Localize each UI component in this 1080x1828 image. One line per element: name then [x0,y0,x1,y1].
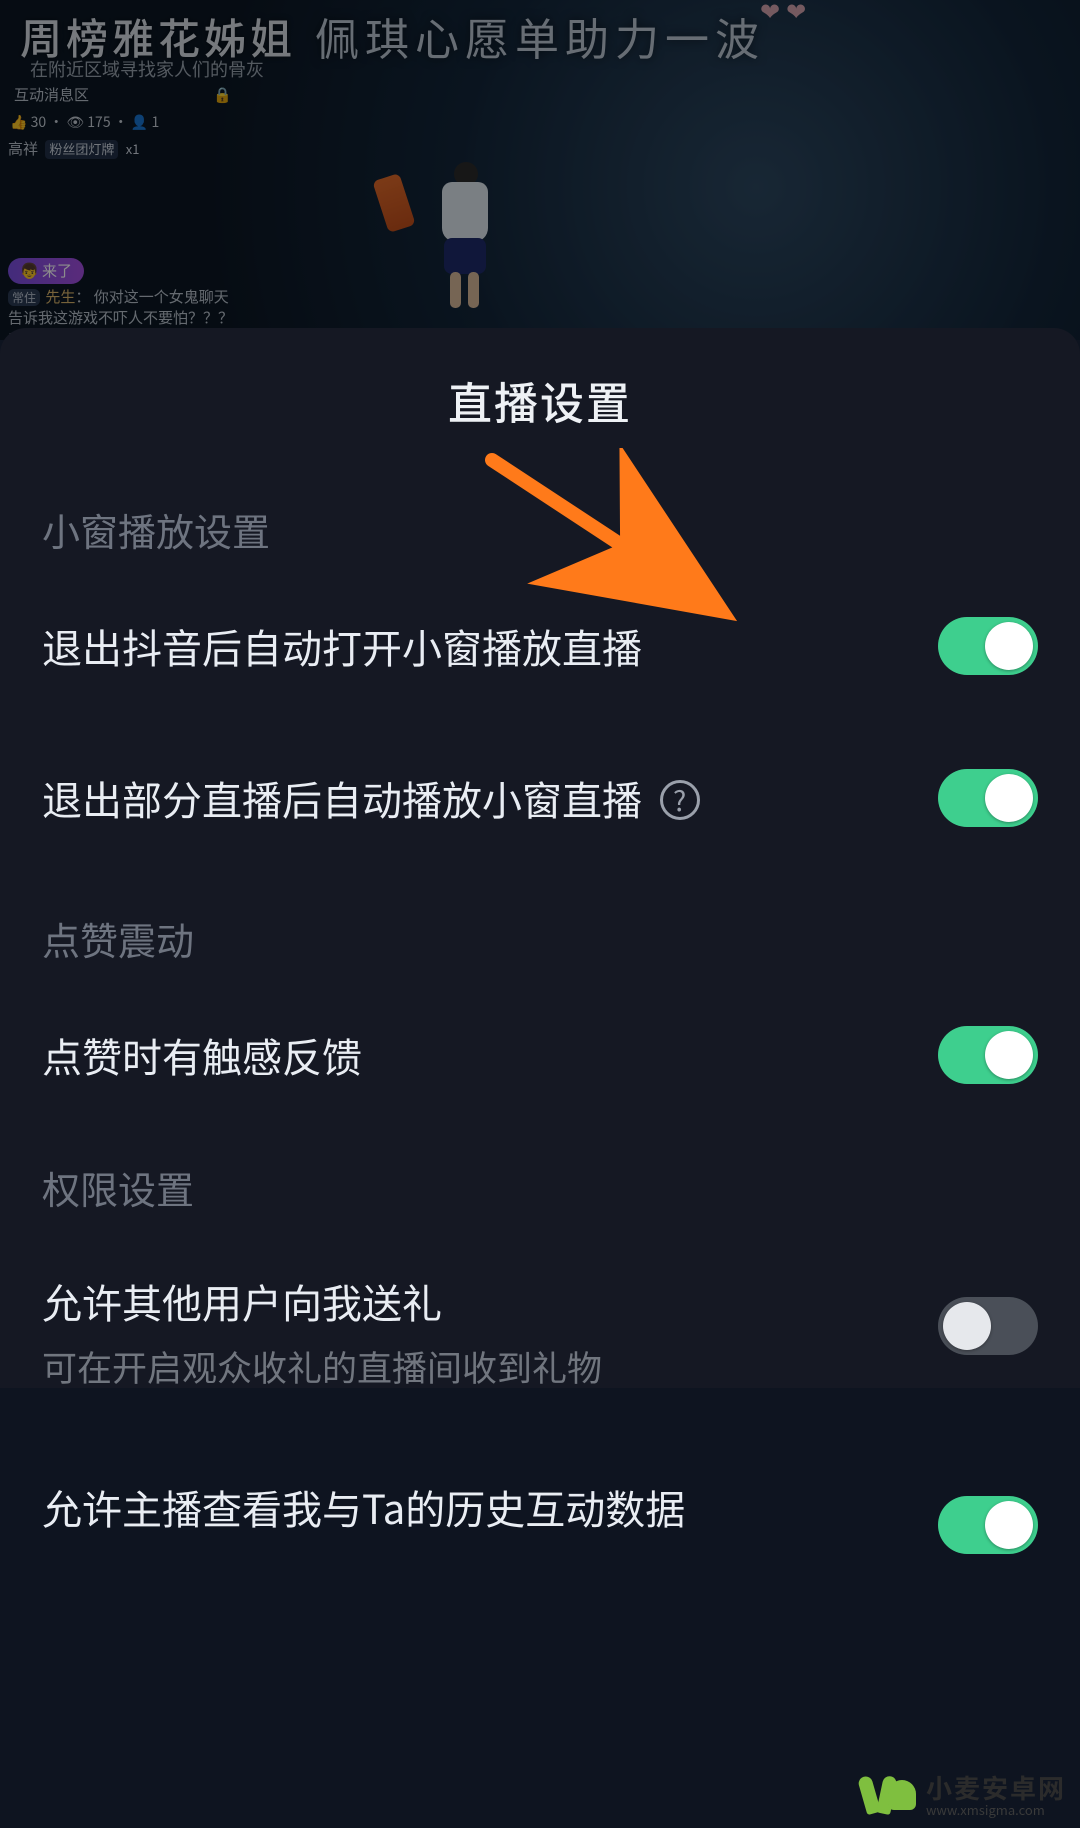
row-haptic-like[interactable]: 点赞时有触感反馈 [0,996,1080,1114]
toggle-allow-gift[interactable] [938,1297,1038,1355]
livestream-background: 佩琪心愿单助力一波 ❤❤ 周榜雅花姊姐 在附近区域寻找家人们的骨灰 互动消息区 … [0,0,1080,340]
watermark-url: www.xmsigma.com [926,1803,1066,1816]
row-sublabel: 可在开启观众收礼的直播间收到礼物 [42,1341,938,1392]
row-label: 点赞时有触感反馈 [42,1026,362,1084]
toggle-pip-on-exit-app[interactable] [938,617,1038,675]
toggle-pip-on-exit-live[interactable] [938,769,1038,827]
row-label: 退出抖音后自动打开小窗播放直播 [42,617,642,675]
row-pip-on-exit-live[interactable]: 退出部分直播后自动播放小窗直播 ? [0,705,1080,891]
row-allow-gift[interactable]: 允许其他用户向我送礼 可在开启观众收礼的直播间收到礼物 [0,1245,1080,1422]
watermark-logo-icon [854,1774,918,1816]
section-pip-label: 小窗播放设置 [0,482,1080,587]
row-pip-on-exit-app[interactable]: 退出抖音后自动打开小窗播放直播 [0,587,1080,705]
row-label: 允许主播查看我与Ta的历史互动数据 [42,1478,685,1536]
row-allow-history[interactable]: 允许主播查看我与Ta的历史互动数据 [0,1422,1080,1566]
section-permission-label: 权限设置 [0,1114,1080,1245]
site-watermark: 小麦安卓网 www.xmsigma.com [846,1768,1074,1822]
help-icon[interactable]: ? [660,780,700,820]
row-label: 退出部分直播后自动播放小窗直播 [42,769,642,827]
watermark-title: 小麦安卓网 [926,1775,1066,1801]
section-vibrate-label: 点赞震动 [0,891,1080,996]
live-settings-sheet: 直播设置 小窗播放设置 退出抖音后自动打开小窗播放直播 退出部分直播后自动播放小… [0,328,1080,1388]
toggle-haptic-like[interactable] [938,1026,1038,1084]
row-label: 允许其他用户向我送礼 [42,1272,442,1330]
toggle-allow-history[interactable] [938,1496,1038,1554]
sheet-title: 直播设置 [0,368,1080,432]
